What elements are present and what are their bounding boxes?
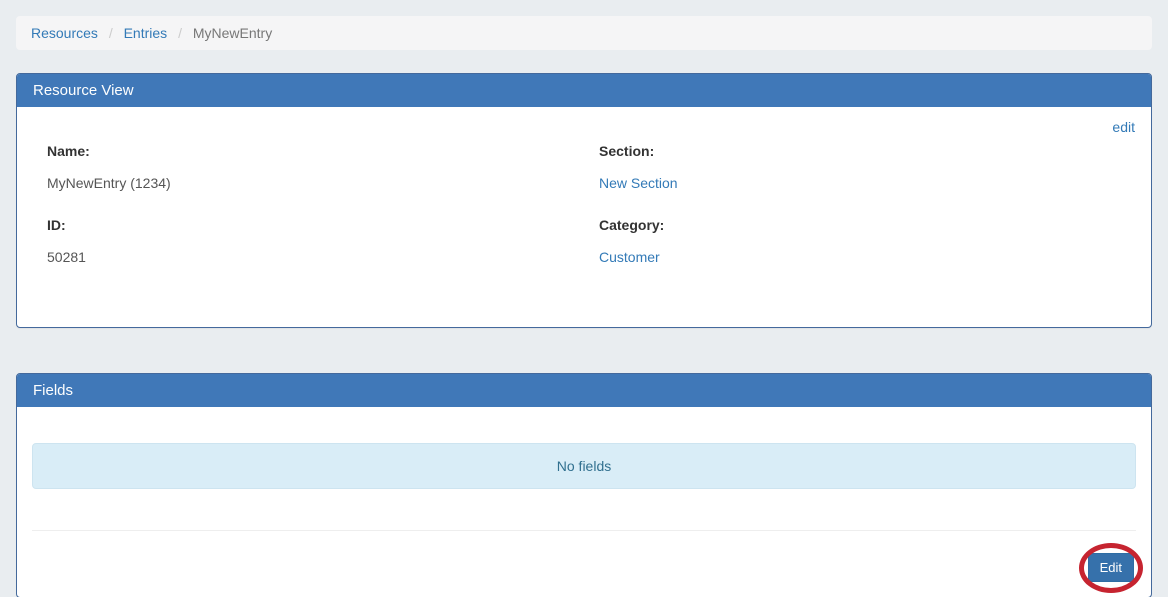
resource-left-column: Name: MyNewEntry (1234) ID: 50281 [32,143,584,291]
breadcrumb-link-entries[interactable]: Entries [124,25,168,41]
breadcrumb-item: Resources [31,25,98,41]
resource-view-panel-header: Resource View [17,74,1151,107]
resource-columns: Name: MyNewEntry (1234) ID: 50281 Sectio… [32,143,1136,291]
fields-panel-header: Fields [17,374,1151,407]
no-fields-alert: No fields [32,443,1136,489]
category-field: Category: Customer [599,217,1121,265]
breadcrumb-item: Entries [124,25,168,41]
resource-view-panel-body: edit Name: MyNewEntry (1234) ID: 50281 S… [17,107,1151,327]
breadcrumb-separator: / [102,25,120,41]
resource-view-panel-title: Resource View [33,82,134,99]
fields-panel: Fields No fields Edit [16,373,1152,597]
section-label: Section: [599,143,1121,159]
edit-button-wrap: Edit [1088,553,1134,582]
page: Resources / Entries / MyNewEntry Resourc… [0,0,1168,597]
resource-edit-link[interactable]: edit [1112,119,1135,135]
section-field: Section: New Section [599,143,1121,191]
divider [32,530,1136,531]
fields-panel-body: No fields Edit [17,407,1151,597]
id-value: 50281 [47,249,569,265]
section-value-link[interactable]: New Section [599,175,1121,191]
fields-button-row: Edit [32,553,1136,582]
fields-edit-button[interactable]: Edit [1088,553,1134,582]
fields-panel-title: Fields [33,382,73,399]
name-field: Name: MyNewEntry (1234) [47,143,569,191]
name-label: Name: [47,143,569,159]
id-label: ID: [47,217,569,233]
name-value: MyNewEntry (1234) [47,175,569,191]
category-label: Category: [599,217,1121,233]
breadcrumb-separator: / [171,25,189,41]
resource-right-column: Section: New Section Category: Customer [584,143,1136,291]
breadcrumb-current: MyNewEntry [193,25,272,41]
no-fields-message: No fields [557,458,611,474]
breadcrumb-link-resources[interactable]: Resources [31,25,98,41]
resource-view-panel: Resource View edit Name: MyNewEntry (123… [16,73,1152,328]
resource-edit-row: edit [32,117,1136,137]
category-value-link[interactable]: Customer [599,249,1121,265]
breadcrumb: Resources / Entries / MyNewEntry [16,16,1152,50]
id-field: ID: 50281 [47,217,569,265]
